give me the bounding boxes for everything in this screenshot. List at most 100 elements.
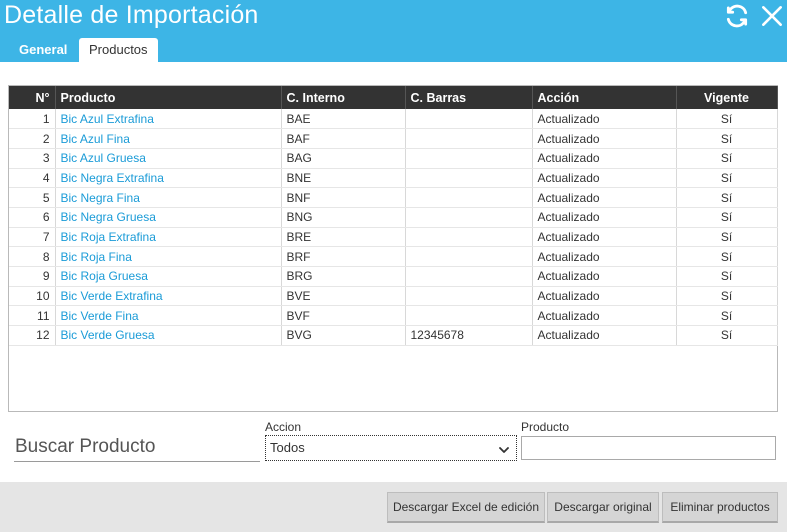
cell-producto[interactable]: Bic Verde Fina xyxy=(55,305,282,327)
table-row[interactable]: 8 Bic Roja Fina BRF Actualizado Sí xyxy=(9,246,778,267)
column-header-vigente[interactable]: Vigente xyxy=(676,86,778,109)
products-grid: N° Producto C. Interno C. Barras Acción … xyxy=(8,85,778,412)
column-header-interno[interactable]: C. Interno xyxy=(281,86,406,109)
cell-barras xyxy=(405,305,533,327)
cell-num: 4 xyxy=(9,168,56,189)
producto-label: Producto xyxy=(521,420,570,434)
cell-interno: BVG xyxy=(281,325,406,346)
cell-accion: Actualizado xyxy=(532,128,677,149)
cell-producto[interactable]: Bic Roja Fina xyxy=(55,246,282,267)
cell-barras xyxy=(405,286,533,307)
cell-barras xyxy=(405,207,533,228)
cell-accion: Actualizado xyxy=(532,187,677,208)
tab-general[interactable]: General xyxy=(9,38,77,62)
cell-vigente: Sí xyxy=(676,305,778,327)
accion-select[interactable]: Todos xyxy=(265,435,517,461)
cell-barras xyxy=(405,266,533,287)
cell-barras xyxy=(405,128,533,149)
cell-barras: 12345678 xyxy=(405,325,533,346)
cell-vigente: Sí xyxy=(676,227,778,248)
table-row[interactable]: 1 Bic Azul Extrafina BAE Actualizado Sí xyxy=(9,109,778,130)
column-header-num[interactable]: N° xyxy=(9,86,56,109)
cell-num: 1 xyxy=(9,109,56,130)
cell-vigente: Sí xyxy=(676,325,778,346)
cell-interno: BAE xyxy=(281,109,406,130)
cell-interno: BVE xyxy=(281,286,406,307)
cell-vigente: Sí xyxy=(676,109,778,130)
cell-num: 11 xyxy=(9,305,56,327)
chevron-down-icon xyxy=(498,440,510,453)
table-row[interactable]: 10 Bic Verde Extrafina BVE Actualizado Sí xyxy=(9,286,778,307)
cell-num: 2 xyxy=(9,128,56,149)
cell-accion: Actualizado xyxy=(532,305,677,327)
cell-num: 5 xyxy=(9,187,56,208)
table-row[interactable]: 11 Bic Verde Fina BVF Actualizado Sí xyxy=(9,305,778,327)
download-excel-button[interactable]: Descargar Excel de edición xyxy=(387,492,545,523)
cell-producto[interactable]: Bic Roja Gruesa xyxy=(55,266,282,287)
refresh-icon[interactable] xyxy=(724,3,750,29)
cell-producto[interactable]: Bic Negra Extrafina xyxy=(55,168,282,189)
table-row[interactable]: 9 Bic Roja Gruesa BRG Actualizado Sí xyxy=(9,266,778,287)
cell-accion: Actualizado xyxy=(532,207,677,228)
cell-barras xyxy=(405,246,533,267)
cell-producto[interactable]: Bic Negra Gruesa xyxy=(55,207,282,228)
cell-vigente: Sí xyxy=(676,148,778,169)
cell-producto[interactable]: Bic Verde Extrafina xyxy=(55,286,282,307)
search-product-field[interactable]: Buscar Producto xyxy=(14,436,260,462)
cell-barras xyxy=(405,109,533,130)
cell-vigente: Sí xyxy=(676,246,778,267)
cell-barras xyxy=(405,187,533,208)
table-row[interactable]: 7 Bic Roja Extrafina BRE Actualizado Sí xyxy=(9,227,778,248)
table-row[interactable]: 4 Bic Negra Extrafina BNE Actualizado Sí xyxy=(9,168,778,189)
cell-producto[interactable]: Bic Roja Extrafina xyxy=(55,227,282,248)
cell-interno: BNG xyxy=(281,207,406,228)
cell-producto[interactable]: Bic Azul Gruesa xyxy=(55,148,282,169)
cell-interno: BRG xyxy=(281,266,406,287)
table-row[interactable]: 12 Bic Verde Gruesa BVG 12345678 Actualizado… xyxy=(9,325,778,346)
cell-interno: BRE xyxy=(281,227,406,248)
cell-barras xyxy=(405,227,533,248)
cell-accion: Actualizado xyxy=(532,168,677,189)
accion-select-value: Todos xyxy=(270,440,305,455)
cell-vigente: Sí xyxy=(676,207,778,228)
close-icon[interactable] xyxy=(759,3,785,29)
cell-vigente: Sí xyxy=(676,187,778,208)
producto-input[interactable] xyxy=(521,436,776,460)
cell-accion: Actualizado xyxy=(532,109,677,130)
cell-interno: BAF xyxy=(281,128,406,149)
cell-num: 8 xyxy=(9,246,56,267)
table-row[interactable]: 3 Bic Azul Gruesa BAG Actualizado Sí xyxy=(9,148,778,169)
accion-label: Accion xyxy=(265,420,302,434)
cell-producto[interactable]: Bic Azul Extrafina xyxy=(55,109,282,130)
cell-interno: BNE xyxy=(281,168,406,189)
cell-barras xyxy=(405,168,533,189)
cell-accion: Actualizado xyxy=(532,286,677,307)
table-row[interactable]: 6 Bic Negra Gruesa BNG Actualizado Sí xyxy=(9,207,778,228)
cell-interno: BRF xyxy=(281,246,406,267)
cell-num: 3 xyxy=(9,148,56,169)
cell-producto[interactable]: Bic Verde Gruesa xyxy=(55,325,282,346)
cell-accion: Actualizado xyxy=(532,227,677,248)
cell-vigente: Sí xyxy=(676,266,778,287)
cell-num: 10 xyxy=(9,286,56,307)
cell-producto[interactable]: Bic Negra Fina xyxy=(55,187,282,208)
download-original-button[interactable]: Descargar original xyxy=(547,492,659,523)
table-row[interactable]: 2 Bic Azul Fina BAF Actualizado Sí xyxy=(9,128,778,149)
delete-products-button[interactable]: Eliminar productos xyxy=(662,492,778,523)
cell-num: 12 xyxy=(9,325,56,346)
column-header-barras[interactable]: C. Barras xyxy=(405,86,533,109)
cell-interno: BVF xyxy=(281,305,406,327)
cell-vigente: Sí xyxy=(676,168,778,189)
column-header-producto[interactable]: Producto xyxy=(55,86,282,109)
cell-num: 9 xyxy=(9,266,56,287)
table-header-row: N° Producto C. Interno C. Barras Acción … xyxy=(9,86,778,109)
column-header-accion[interactable]: Acción xyxy=(532,86,677,109)
table-row[interactable]: 5 Bic Negra Fina BNF Actualizado Sí xyxy=(9,187,778,208)
cell-interno: BAG xyxy=(281,148,406,169)
cell-accion: Actualizado xyxy=(532,148,677,169)
cell-accion: Actualizado xyxy=(532,325,677,346)
tab-productos[interactable]: Productos xyxy=(79,38,158,62)
cell-accion: Actualizado xyxy=(532,246,677,267)
cell-producto[interactable]: Bic Azul Fina xyxy=(55,128,282,149)
window-title: Detalle de Importación xyxy=(4,1,259,29)
